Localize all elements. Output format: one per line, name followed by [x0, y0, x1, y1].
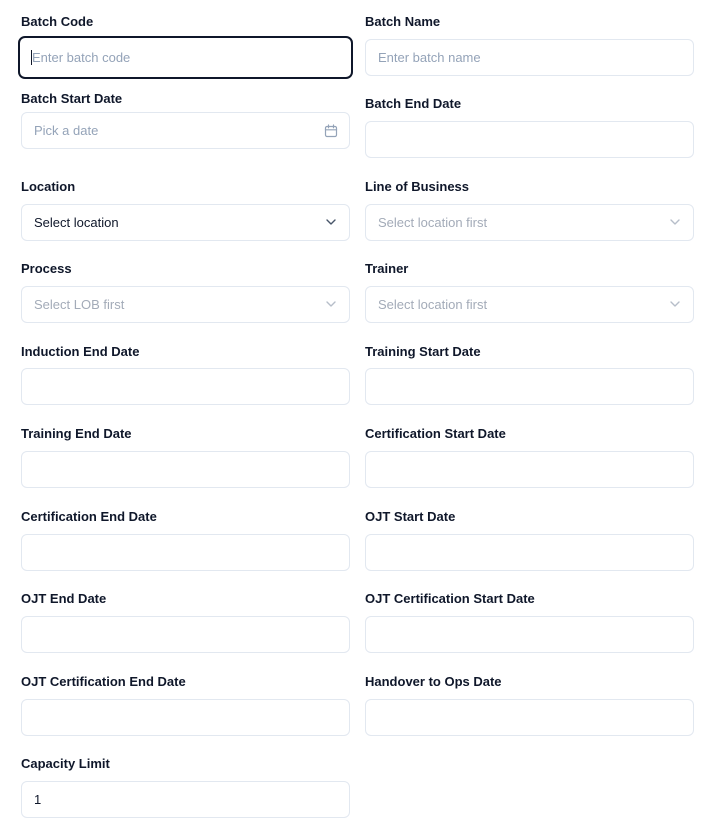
location-label: Location [21, 179, 76, 194]
ojt-certification-end-date-input[interactable] [21, 699, 350, 736]
ojt-certification-start-date-input[interactable] [365, 616, 694, 653]
calendar-icon [324, 124, 338, 138]
training-start-date-label: Training Start Date [365, 344, 481, 359]
chevron-down-icon [670, 219, 680, 225]
batch-name-label: Batch Name [365, 14, 441, 29]
capacity-limit-input[interactable]: 1 [21, 781, 350, 818]
induction-end-date-label: Induction End Date [21, 344, 140, 359]
induction-end-date-input[interactable] [21, 368, 350, 405]
process-placeholder: Select LOB first [34, 297, 125, 312]
ojt-start-date-input[interactable] [365, 534, 694, 571]
capacity-limit-value: 1 [34, 792, 42, 807]
batch-start-date-placeholder: Pick a date [34, 123, 99, 138]
training-start-date-input[interactable] [365, 368, 694, 405]
batch-code-placeholder: Enter batch code [32, 50, 131, 65]
trainer-select[interactable]: Select location first [365, 286, 694, 323]
batch-code-input[interactable]: Enter batch code [18, 36, 353, 79]
process-label: Process [21, 261, 72, 276]
certification-start-date-label: Certification Start Date [365, 426, 506, 441]
line-of-business-label: Line of Business [365, 179, 470, 194]
training-end-date-input[interactable] [21, 451, 350, 488]
batch-start-date-label: Batch Start Date [21, 91, 123, 106]
batch-code-label: Batch Code [21, 14, 94, 29]
chevron-down-icon [670, 301, 680, 307]
training-end-date-label: Training End Date [21, 426, 132, 441]
batch-end-date-input[interactable] [365, 121, 694, 158]
ojt-certification-end-date-label: OJT Certification End Date [21, 674, 186, 689]
line-of-business-select[interactable]: Select location first [365, 204, 694, 241]
ojt-end-date-label: OJT End Date [21, 591, 107, 606]
handover-to-ops-date-label: Handover to Ops Date [365, 674, 502, 689]
line-of-business-placeholder: Select location first [378, 215, 488, 230]
chevron-down-icon [326, 219, 336, 225]
location-select[interactable]: Select location [21, 204, 350, 241]
ojt-certification-start-date-label: OJT Certification Start Date [365, 591, 535, 606]
batch-start-date-picker[interactable]: Pick a date [21, 112, 350, 149]
handover-to-ops-date-input[interactable] [365, 699, 694, 736]
location-selected: Select location [34, 215, 119, 230]
trainer-label: Trainer [365, 261, 409, 276]
trainer-placeholder: Select location first [378, 297, 488, 312]
chevron-down-icon [326, 301, 336, 307]
ojt-end-date-input[interactable] [21, 616, 350, 653]
certification-end-date-label: Certification End Date [21, 509, 157, 524]
batch-name-placeholder: Enter batch name [378, 50, 481, 65]
certification-end-date-input[interactable] [21, 534, 350, 571]
process-select[interactable]: Select LOB first [21, 286, 350, 323]
ojt-start-date-label: OJT Start Date [365, 509, 456, 524]
batch-end-date-label: Batch End Date [365, 96, 462, 111]
certification-start-date-input[interactable] [365, 451, 694, 488]
capacity-limit-label: Capacity Limit [21, 756, 110, 771]
batch-name-input[interactable]: Enter batch name [365, 39, 694, 76]
